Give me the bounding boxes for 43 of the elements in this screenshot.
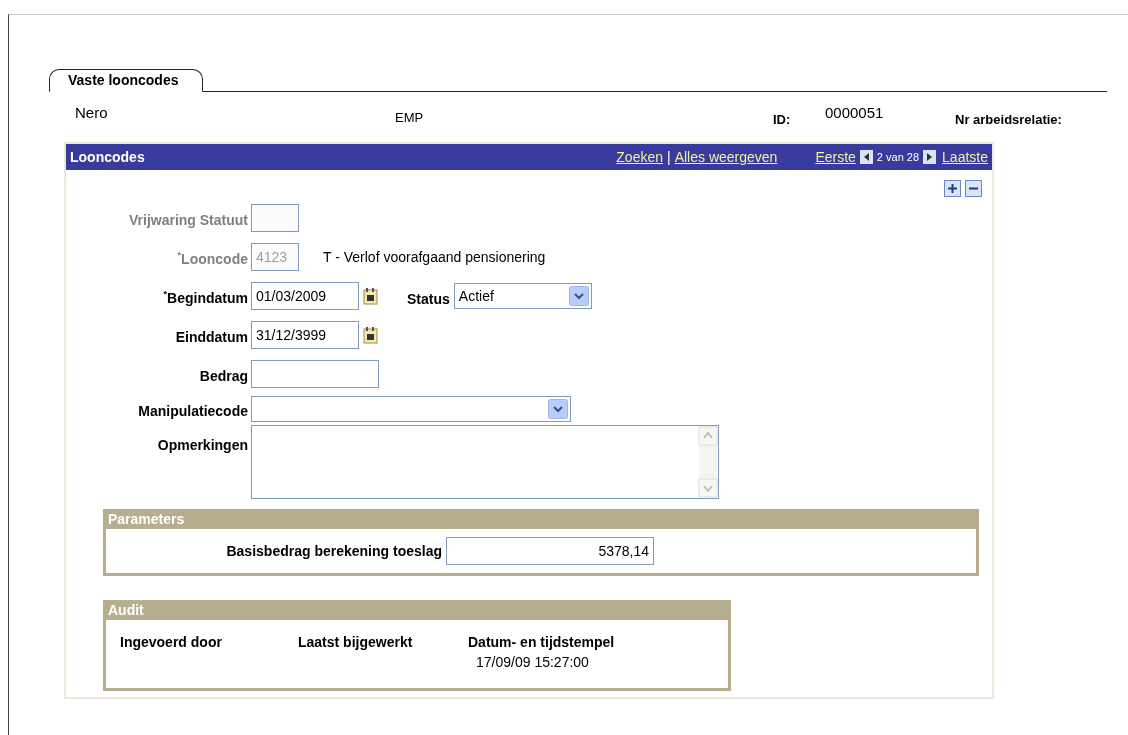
- text-area[interactable]: [251, 425, 719, 499]
- field-label: Basisbedrag berekening toeslag: [225, 543, 443, 559]
- column-heading: Ingevoerd door: [120, 634, 223, 650]
- field-label: Status: [407, 290, 450, 307]
- first-link[interactable]: Eerste: [815, 149, 856, 165]
- calendar-icon[interactable]: [363, 286, 379, 305]
- calendar-icon[interactable]: [363, 325, 379, 344]
- field-label: Einddatum: [174, 328, 249, 345]
- date-field[interactable]: 01/03/2009: [251, 281, 359, 310]
- amount-field[interactable]: 5378,14: [446, 537, 654, 565]
- search-link[interactable]: Zoeken: [616, 149, 663, 165]
- box-title: Parameters: [106, 509, 976, 529]
- field-label: $^{*}$Begindatum: [162, 289, 249, 306]
- remove-icon[interactable]: [965, 180, 982, 197]
- field-label: Manipulatiecode: [137, 403, 249, 419]
- column-heading: Datum- en tijdstempel: [468, 634, 616, 650]
- text-field[interactable]: [251, 359, 379, 388]
- field-label: Opmerkingen: [156, 437, 249, 453]
- previous-icon[interactable]: [859, 150, 873, 164]
- column-heading: Laatst bijgewerkt: [298, 634, 414, 650]
- panel-title: Looncodes: [70, 149, 146, 165]
- employee-type: EMP: [395, 110, 425, 125]
- tab[interactable]: Vaste looncodes: [49, 69, 204, 92]
- dropdown-field[interactable]: Actief: [453, 282, 592, 309]
- box-title: Audit: [106, 600, 728, 620]
- field-label: $^{*}$Looncode: [176, 250, 249, 267]
- dropdown-field[interactable]: [251, 396, 571, 422]
- timestamp-value: 17/09/09 15:27:00: [476, 654, 590, 670]
- link-separator: |: [667, 149, 671, 165]
- relation-label: Nr arbeidsrelatie:: [955, 112, 1062, 127]
- add-icon[interactable]: [944, 180, 961, 197]
- next-icon[interactable]: [923, 150, 937, 164]
- id-label: ID:: [773, 112, 792, 127]
- scrollbar[interactable]: [698, 426, 718, 498]
- employee-name: Nero: [74, 104, 109, 121]
- field-label: Bedrag: [198, 367, 249, 384]
- page-position: 2 van 28: [876, 151, 920, 163]
- field-description: T - Verlof voorafgaand pensionering: [323, 248, 546, 265]
- show-all-link[interactable]: Alles weergeven: [674, 149, 778, 165]
- date-field[interactable]: 31/12/3999: [251, 320, 359, 349]
- id-value: 0000051: [825, 104, 885, 121]
- field-label: Vrijwaring Statuut: [128, 211, 249, 228]
- last-link[interactable]: Laatste: [942, 149, 988, 165]
